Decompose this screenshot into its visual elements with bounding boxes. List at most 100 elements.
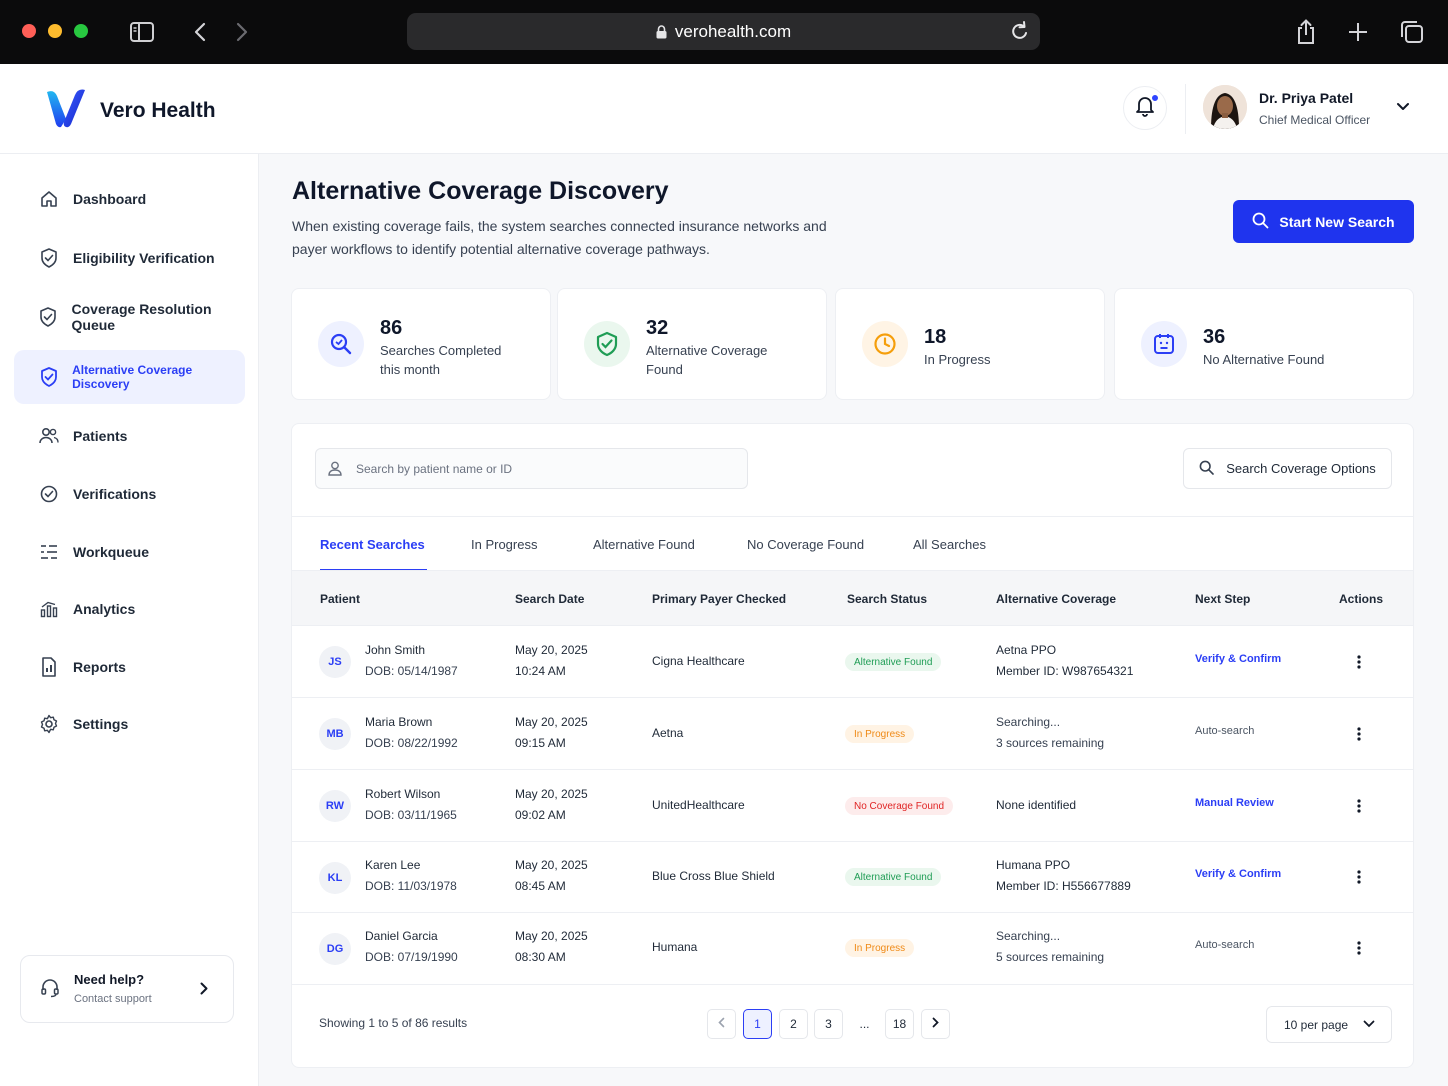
- sidebar-item-reports[interactable]: Reports: [14, 640, 245, 694]
- address-bar[interactable]: verohealth.com: [407, 13, 1040, 50]
- per-page-value: 10 per page: [1284, 1017, 1349, 1032]
- sidebar-item-label: Eligibility Verification: [73, 250, 215, 266]
- patient-initials: DG: [319, 933, 351, 965]
- tab-alternative-found[interactable]: Alternative Found: [593, 517, 695, 571]
- status-badge: No Coverage Found: [845, 797, 954, 815]
- notifications-button[interactable]: [1123, 86, 1167, 130]
- app-window: Vero Health Dr. Priya Patel Chief Medica…: [0, 64, 1448, 1086]
- tab-no-coverage-found[interactable]: No Coverage Found: [747, 517, 864, 571]
- auto-search-text: Auto-search: [1195, 725, 1255, 737]
- more-vertical-icon[interactable]: [1350, 938, 1368, 958]
- maximize-window-button[interactable]: [74, 24, 88, 38]
- start-new-search-button[interactable]: Start New Search: [1233, 200, 1414, 243]
- manual-review-link[interactable]: Manual Review: [1195, 797, 1274, 809]
- avatar[interactable]: [1203, 85, 1247, 129]
- column-header: Search Status: [847, 592, 928, 606]
- search-placeholder: Search by patient name or ID: [356, 461, 513, 476]
- search-date: May 20, 2025: [515, 858, 588, 872]
- search-date: May 20, 2025: [515, 715, 588, 729]
- prev-page-button[interactable]: [707, 1009, 736, 1039]
- sidebar-item-workqueue[interactable]: Workqueue: [14, 525, 245, 579]
- list-icon: [39, 542, 59, 562]
- tabs-overview-icon[interactable]: [1398, 18, 1426, 46]
- auto-search-text: Auto-search: [1195, 939, 1255, 951]
- chevron-down-icon: [1363, 1018, 1375, 1032]
- sidebar-item-label: Workqueue: [73, 544, 149, 560]
- sidebar-item-label: Reports: [73, 659, 126, 675]
- search-input[interactable]: Search by patient name or ID: [315, 448, 748, 489]
- tab-recent-searches[interactable]: Recent Searches: [320, 517, 427, 571]
- patient-initials: RW: [319, 790, 351, 822]
- patient-name[interactable]: Daniel Garcia: [365, 926, 458, 947]
- patient-initials: KL: [319, 862, 351, 894]
- stat-label: No Alternative Found: [1203, 352, 1325, 367]
- sidebar-item-coverage-resolution-queue[interactable]: Coverage Resolution Queue: [14, 290, 245, 344]
- tab-in-progress[interactable]: In Progress: [471, 517, 537, 571]
- column-header: Actions: [1339, 592, 1384, 606]
- check-circle-icon: [39, 484, 59, 504]
- verify-confirm-link[interactable]: Verify & Confirm: [1195, 868, 1281, 880]
- brand[interactable]: Vero Health: [44, 86, 216, 135]
- new-tab-icon[interactable]: [1344, 18, 1372, 46]
- sidebar-item-settings[interactable]: Settings: [14, 697, 245, 751]
- stat-value: 36: [1203, 326, 1226, 348]
- payer-name: Humana: [652, 940, 698, 954]
- stat-label: Searches Completed this month: [380, 343, 502, 377]
- per-page-select[interactable]: 10 per page: [1266, 1006, 1392, 1043]
- verify-confirm-link[interactable]: Verify & Confirm: [1195, 653, 1281, 665]
- sidebar-item-verifications[interactable]: Verifications: [14, 467, 245, 521]
- patient-cell: Daniel Garcia DOB: 07/19/1990: [365, 926, 458, 968]
- alternative-plan: Humana PPO: [996, 858, 1071, 872]
- close-window-button[interactable]: [22, 24, 36, 38]
- page-button[interactable]: 18: [885, 1009, 914, 1039]
- patient-cell: Karen Lee DOB: 11/03/1978: [365, 855, 457, 897]
- sidebar-item-alternative-coverage-discovery[interactable]: Alternative Coverage Discovery: [14, 350, 245, 404]
- bar-chart-icon: [39, 599, 59, 619]
- back-icon[interactable]: [186, 18, 214, 46]
- table-row[interactable]: RW Robert Wilson DOB: 03/11/1965 May 20,…: [292, 770, 1413, 842]
- share-icon[interactable]: [1292, 18, 1320, 46]
- sidebar-item-patients[interactable]: Patients: [14, 409, 245, 463]
- sidebar-item-eligibility-verification[interactable]: Eligibility Verification: [14, 231, 245, 285]
- page-ellipsis: ...: [859, 1017, 870, 1031]
- minimize-window-button[interactable]: [48, 24, 62, 38]
- table-header: Patient Search Date Primary Payer Checke…: [292, 570, 1413, 626]
- table-row[interactable]: MB Maria Brown DOB: 08/22/1992 May 20, 2…: [292, 698, 1413, 770]
- reload-icon[interactable]: [1010, 20, 1030, 47]
- page-button[interactable]: 2: [779, 1009, 808, 1039]
- patient-name[interactable]: Robert Wilson: [365, 784, 457, 805]
- patient-name[interactable]: John Smith: [365, 640, 458, 661]
- stat-label: Alternative Coverage Found: [646, 343, 768, 377]
- page-button[interactable]: 3: [814, 1009, 843, 1039]
- user-name[interactable]: Dr. Priya Patel: [1259, 90, 1353, 106]
- more-vertical-icon[interactable]: [1350, 796, 1368, 816]
- page-button[interactable]: 1: [743, 1009, 772, 1039]
- more-vertical-icon[interactable]: [1350, 652, 1368, 672]
- header-divider: [1185, 84, 1186, 134]
- search-coverage-options-button[interactable]: Search Coverage Options: [1183, 448, 1392, 489]
- more-vertical-icon[interactable]: [1350, 867, 1368, 887]
- patient-name[interactable]: Maria Brown: [365, 712, 458, 733]
- sidebar-item-label: Settings: [73, 716, 129, 732]
- next-page-button[interactable]: [921, 1009, 950, 1039]
- alternative-coverage-cell: Aetna PPO Member ID: W987654321: [996, 640, 1133, 682]
- more-vertical-icon[interactable]: [1350, 724, 1368, 744]
- sidebar-item-label: Analytics: [73, 601, 136, 617]
- sidebar-item-dashboard[interactable]: Dashboard: [14, 172, 245, 226]
- patient-name[interactable]: Karen Lee: [365, 855, 457, 876]
- help-card[interactable]: Need help? Contact support: [20, 955, 234, 1023]
- sidebar-item-analytics[interactable]: Analytics: [14, 582, 245, 636]
- sidebar-item-label: Coverage Resolution Queue: [71, 301, 212, 333]
- chevron-down-icon[interactable]: [1396, 99, 1410, 117]
- tab-all-searches[interactable]: All Searches: [913, 517, 986, 571]
- search-date-cell: May 20, 2025 08:45 AM: [515, 855, 588, 897]
- sidebar-toggle-icon[interactable]: [128, 18, 156, 46]
- table-row[interactable]: DG Daniel Garcia DOB: 07/19/1990 May 20,…: [292, 913, 1413, 985]
- forward-icon[interactable]: [228, 18, 256, 46]
- stat-card-searches-completed: 86 Searches Completed this month: [291, 288, 551, 400]
- table-row[interactable]: KL Karen Lee DOB: 11/03/1978 May 20, 202…: [292, 842, 1413, 913]
- table-row[interactable]: JS John Smith DOB: 05/14/1987 May 20, 20…: [292, 626, 1413, 698]
- payer-name: UnitedHealthcare: [652, 798, 745, 812]
- no-match-icon: [1141, 321, 1187, 367]
- sidebar-item-label: Dashboard: [73, 191, 147, 207]
